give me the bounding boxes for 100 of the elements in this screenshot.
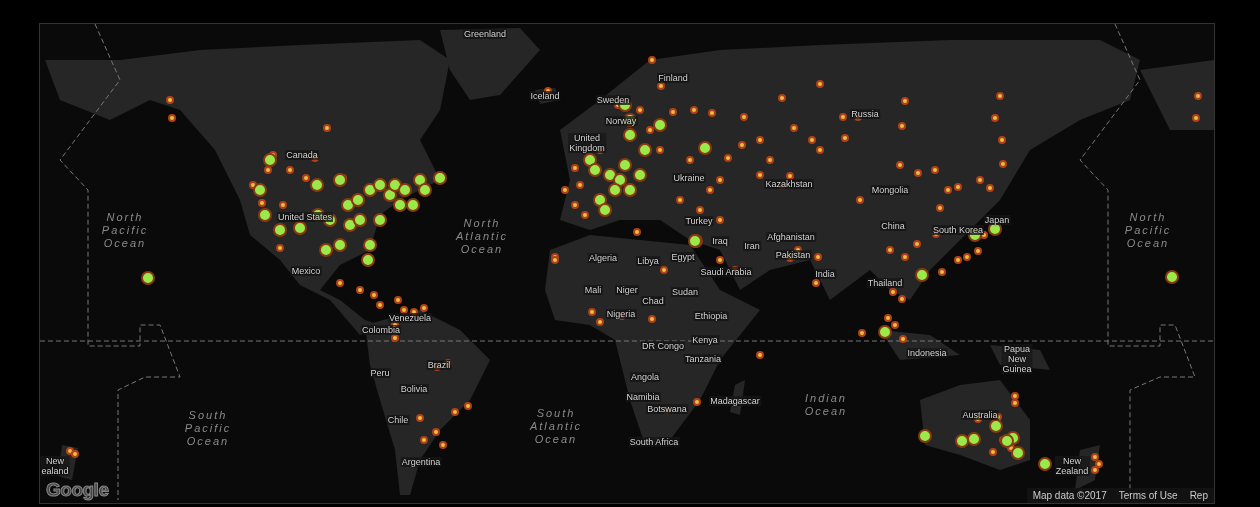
heat-spot [648, 315, 656, 323]
heat-spot [690, 106, 698, 114]
heat-spot [914, 169, 922, 177]
heat-spot [708, 109, 716, 117]
heat-spot [398, 183, 412, 197]
country-label: Chile [386, 415, 410, 425]
map-data-text: Map data ©2017 [1031, 489, 1108, 503]
country-label: Niger [615, 285, 639, 295]
heat-spot [756, 136, 764, 144]
country-label: Papua New Guinea [1001, 344, 1033, 374]
logo: Google [46, 479, 109, 501]
ocean-label: North Pacific Ocean [1124, 210, 1172, 250]
country-label: Canada [285, 150, 319, 160]
heat-spot [696, 206, 704, 214]
heat-spot [433, 171, 447, 185]
country-label: Iceland [529, 91, 561, 101]
country-label: Saudi Arabia [699, 267, 753, 277]
heat-spot [996, 92, 1004, 100]
heat-spot [293, 221, 307, 235]
country-label: Thailand [866, 278, 904, 288]
country-label: New ealand [40, 456, 70, 476]
heat-spot [393, 198, 407, 212]
country-label: Finland [657, 73, 689, 83]
heat-spot [373, 213, 387, 227]
country-label: China [880, 221, 906, 231]
heat-spot [598, 203, 612, 217]
country-label: Ethiopia [693, 311, 729, 321]
heat-spot [588, 163, 602, 177]
heat-spot [361, 253, 375, 267]
heat-spot [1038, 457, 1052, 471]
heat-spot [168, 114, 176, 122]
heat-spot [418, 183, 432, 197]
country-label: Indonesia [906, 348, 948, 358]
ocean-label: North Atlantic Ocean [455, 216, 509, 256]
country-label: Argentina [400, 457, 442, 467]
ocean-label: South Pacific Ocean [184, 408, 232, 448]
heat-spot [740, 113, 748, 121]
heat-spot [1194, 92, 1202, 100]
country-label: Chad [641, 296, 665, 306]
country-label: Algeria [588, 253, 618, 263]
heat-spot [657, 82, 665, 90]
attribution-link[interactable]: Terms of Use [1112, 488, 1184, 503]
heat-spot [633, 228, 641, 236]
heat-spot [998, 136, 1006, 144]
heat-spot [279, 201, 287, 209]
country-label: Botswana [646, 404, 688, 414]
heat-spot [931, 166, 939, 174]
heat-spot [676, 196, 684, 204]
country-label: South Africa [628, 437, 680, 447]
heat-spot [955, 434, 969, 448]
heat-spot [353, 213, 367, 227]
heat-spot [688, 234, 702, 248]
heat-spot [841, 134, 849, 142]
ocean-label: Indian Ocean [804, 392, 848, 418]
heat-spot [898, 122, 906, 130]
country-label: Libya [636, 256, 660, 266]
heat-spot [333, 173, 347, 187]
country-label: Kenya [691, 335, 719, 345]
country-label: Egypt [670, 252, 696, 262]
heat-spot [373, 178, 387, 192]
ocean-label: North Pacific Ocean [101, 210, 149, 250]
country-label: United Kingdom [568, 133, 606, 153]
attribution-link[interactable]: Rep [1183, 488, 1214, 503]
country-label: Brazil [426, 360, 452, 370]
heat-spot [618, 158, 632, 172]
heat-spot [812, 279, 820, 287]
heat-spot [166, 96, 174, 104]
country-label: Norway [604, 116, 638, 126]
heat-spot [406, 198, 420, 212]
country-label: Madagascar [709, 396, 761, 406]
heat-spot [363, 238, 377, 252]
heat-spot [991, 114, 999, 122]
country-label: Japan [983, 215, 1011, 225]
country-label: New Zealand [1054, 456, 1090, 476]
heat-spot [648, 56, 656, 64]
heat-spot [999, 160, 1007, 168]
country-label: Peru [369, 368, 391, 378]
heat-spot [660, 266, 668, 274]
country-label: Australia [961, 410, 999, 420]
country-label: Kazakhstan [764, 179, 814, 189]
country-label: Iran [743, 241, 761, 251]
heat-spot [1192, 114, 1200, 122]
country-label: Angola [630, 372, 660, 382]
country-label: Mongolia [870, 185, 910, 195]
heat-spot [638, 143, 652, 157]
heat-spot [816, 80, 824, 88]
country-label: DR Congo [641, 341, 685, 351]
heat-spot [319, 243, 333, 257]
heat-spot [323, 124, 331, 132]
heat-spot [623, 128, 637, 142]
heat-spot [858, 329, 866, 337]
country-label: Nigeria [605, 309, 637, 319]
country-label: Turkey [684, 216, 714, 226]
heat-spot [1165, 270, 1179, 284]
heat-spot [633, 168, 647, 182]
heat-spot [276, 244, 284, 252]
heat-spot [656, 146, 664, 154]
heat-spot [896, 161, 904, 169]
heat-spot [936, 204, 944, 212]
heat-spot [141, 271, 155, 285]
